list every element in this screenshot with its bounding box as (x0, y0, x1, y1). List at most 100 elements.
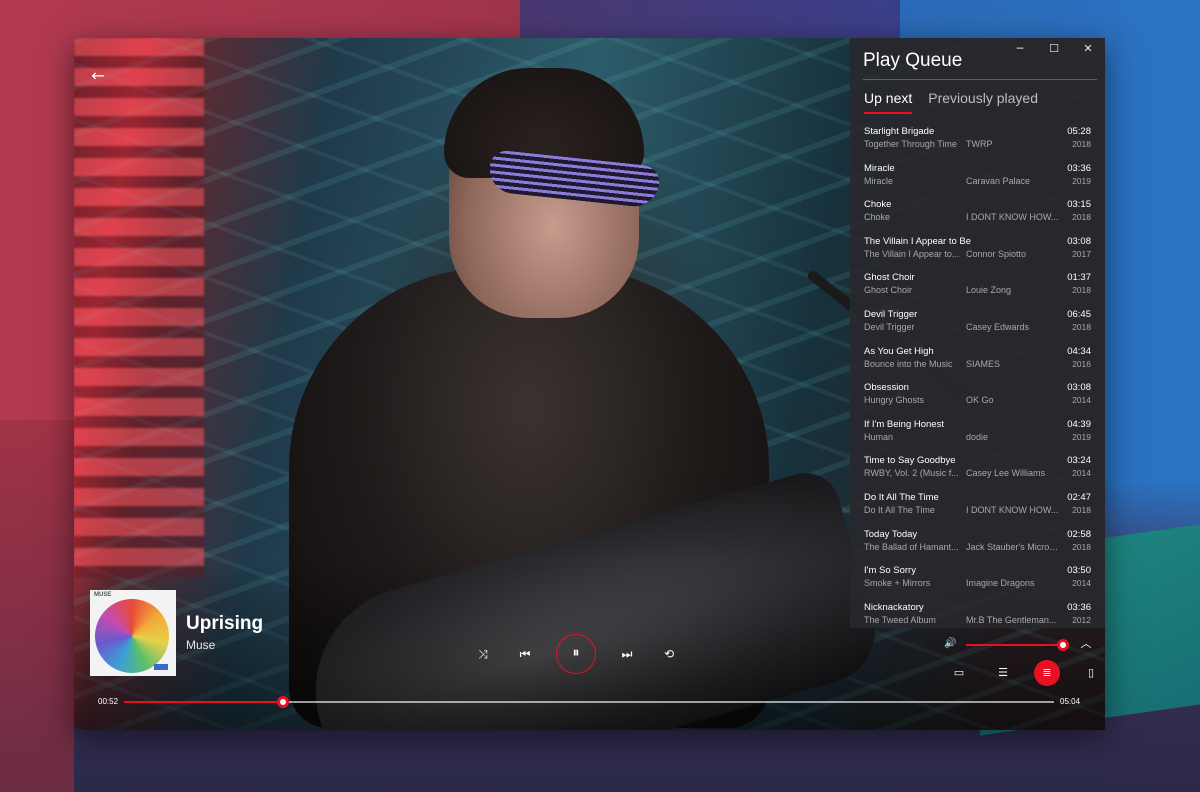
queue-item-duration: 03:50 (1067, 565, 1091, 577)
queue-item-artist: Louie Zong (966, 285, 1012, 296)
minimize-icon[interactable]: ─ (1003, 38, 1037, 62)
seek-bar-fill (124, 701, 284, 703)
queue-item-title: Do It All The Time (864, 491, 939, 503)
queue-item-title: Starlight Brigade (864, 126, 935, 137)
queue-item-title: Obsession (864, 382, 909, 394)
queue-item-year: 2014 (1072, 578, 1091, 589)
queue-item-album: Ghost Choir (864, 285, 913, 296)
queue-item[interactable]: Starlight Brigade Together Through Time TW… (850, 124, 1105, 161)
pause-icon[interactable]: ⏸ (556, 634, 596, 674)
tab-previously-played[interactable]: Previously played (928, 90, 1038, 114)
queue-item-duration: 05:28 (1067, 126, 1091, 137)
queue-item-year: 2019 (1072, 175, 1091, 186)
queue-item-year: 2012 (1072, 614, 1091, 625)
shuffle-icon[interactable]: ⤨ (470, 641, 496, 667)
queue-divider (863, 79, 1097, 80)
queue-item-duration: 03:08 (1067, 235, 1091, 247)
play-queue-icon[interactable]: ≣ (1034, 660, 1060, 686)
album-art[interactable]: MUSE (90, 590, 176, 676)
queue-list: Starlight Brigade Together Through Time TW… (850, 124, 1105, 628)
queue-item-duration: 02:47 (1067, 491, 1091, 503)
queue-item-duration: 06:45 (1067, 308, 1091, 320)
queue-item[interactable]: The Villain I Appear to Be The Villain I … (850, 234, 1105, 271)
queue-item-artist: OK Go (966, 395, 994, 406)
queue-item-year: 2017 (1072, 248, 1091, 259)
queue-item[interactable]: Devil Trigger Devil Trigger Casey Edwards 0… (850, 307, 1105, 344)
queue-item-year: 2016 (1072, 358, 1091, 369)
queue-item-artist: Caravan Palace (966, 175, 1031, 186)
queue-item-title: As You Get High (864, 345, 934, 357)
queue-item-album: Human (864, 431, 894, 442)
track-title[interactable]: Uprising (186, 613, 263, 635)
queue-item-year: 2014 (1072, 468, 1091, 479)
queue-item[interactable]: Miracle Miracle Caravan Palace 03:36 2019 (850, 161, 1105, 198)
seek-bar-thumb[interactable] (277, 696, 290, 708)
queue-item-title: Devil Trigger (864, 308, 918, 320)
tab-up-next[interactable]: Up next (864, 90, 913, 114)
play-queue-panel: ─ ☐ ✕ Play Queue Up next Previously play… (850, 38, 1105, 628)
volume-slider-thumb[interactable] (1057, 639, 1069, 651)
total-time: 05:04 (1060, 697, 1081, 706)
queue-item-duration: 04:34 (1067, 345, 1091, 357)
queue-item[interactable]: I'm So Sorry Smoke + Mirrors Imagine Drago… (850, 563, 1105, 600)
queue-item-year: 2018 (1072, 541, 1091, 552)
maximize-icon[interactable]: ☐ (1037, 38, 1071, 62)
queue-item[interactable]: Choke Choke I DONT KNOW HOW... 03:15 2018 (850, 197, 1105, 234)
queue-item[interactable]: If I'm Being Honest Human dodie 04:39 2019 (850, 417, 1105, 454)
utility-controls: ▭ ☰ ≣ ▯ (946, 660, 1104, 686)
queue-item-title: Today Today (864, 528, 918, 540)
queue-item-year: 2018 (1072, 139, 1091, 149)
queue-item-title: Ghost Choir (864, 272, 915, 284)
album-art-disc (95, 599, 169, 673)
queue-item-title: If I'm Being Honest (864, 418, 944, 430)
queue-item-album: The Villain I Appear to... (864, 248, 960, 259)
queue-item[interactable]: Obsession Hungry Ghosts OK Go 03:08 2014 (850, 380, 1105, 417)
queue-item[interactable]: Ghost Choir Ghost Choir Louie Zong 01:37 201… (850, 270, 1105, 307)
queue-item-album: The Tweed Album (864, 614, 936, 625)
next-icon[interactable]: ⏭ (614, 641, 640, 667)
queue-item-artist: Connor Spiotto (966, 248, 1027, 259)
queue-item-artist: Casey Lee Williams (966, 468, 1046, 479)
repeat-icon[interactable]: ⟲ (656, 641, 682, 667)
queue-item-year: 2018 (1072, 321, 1091, 332)
queue-item-duration: 03:36 (1067, 162, 1091, 174)
desktop-red-shape (0, 420, 74, 792)
volume-slider[interactable] (966, 639, 1069, 651)
queue-item-album: Miracle (864, 175, 894, 186)
queue-tabs: Up next Previously played (864, 90, 1038, 114)
queue-item-duration: 02:58 (1067, 528, 1091, 540)
queue-item-artist: Casey Edwards (966, 321, 1030, 332)
queue-item-year: 2014 (1072, 395, 1091, 406)
queue-item-duration: 03:08 (1067, 382, 1091, 394)
speaker-icon[interactable]: ▯ (1078, 660, 1104, 686)
queue-item[interactable]: Time to Say Goodbye RWBY, Vol. 2 (Music f… (850, 453, 1105, 490)
queue-item-album: Together Through Time (864, 139, 957, 149)
queue-item-year: 2018 (1072, 504, 1091, 515)
queue-item[interactable]: Nicknackatory The Tweed Album Mr.B The Gen… (850, 600, 1105, 628)
queue-item-album: Smoke + Mirrors (864, 578, 931, 589)
queue-item-duration: 03:15 (1067, 199, 1091, 211)
close-icon[interactable]: ✕ (1071, 38, 1105, 62)
queue-item-duration: 04:39 (1067, 418, 1091, 430)
queue-item-artist: I DONT KNOW HOW... (966, 212, 1059, 223)
queue-item[interactable]: Today Today The Ballad of Hamant... Jack S… (850, 527, 1105, 564)
queue-item-album: Hungry Ghosts (864, 395, 925, 406)
previous-icon[interactable]: ⏮ (512, 641, 538, 667)
queue-item-artist: SIAMES (966, 358, 1001, 369)
volume-icon[interactable]: 🔊 (944, 638, 956, 649)
back-arrow-icon[interactable]: ← (86, 64, 110, 88)
miniplayer-icon[interactable]: ▭ (946, 660, 972, 686)
queue-item[interactable]: As You Get High Bounce into the Music SIAM… (850, 344, 1105, 381)
queue-item-title: The Villain I Appear to Be (864, 235, 972, 247)
equalizer-icon[interactable]: ☰ (990, 660, 1016, 686)
queue-item-artist: I DONT KNOW HOW... (966, 504, 1059, 515)
seek-bar[interactable] (124, 696, 1054, 708)
music-player-window: ← ─ ☐ ✕ Play Queue Up next Previously pl… (74, 38, 1105, 730)
chevron-up-icon[interactable]: ︿ (1076, 634, 1096, 654)
queue-item[interactable]: Do It All The Time Do It All The Time I DO… (850, 490, 1105, 527)
album-art-badge (154, 664, 168, 670)
queue-item-year: 2018 (1072, 212, 1091, 223)
queue-item-album: The Ballad of Hamant... (864, 541, 959, 552)
queue-item-year: 2018 (1072, 285, 1091, 296)
track-artist[interactable]: Muse (186, 638, 215, 652)
